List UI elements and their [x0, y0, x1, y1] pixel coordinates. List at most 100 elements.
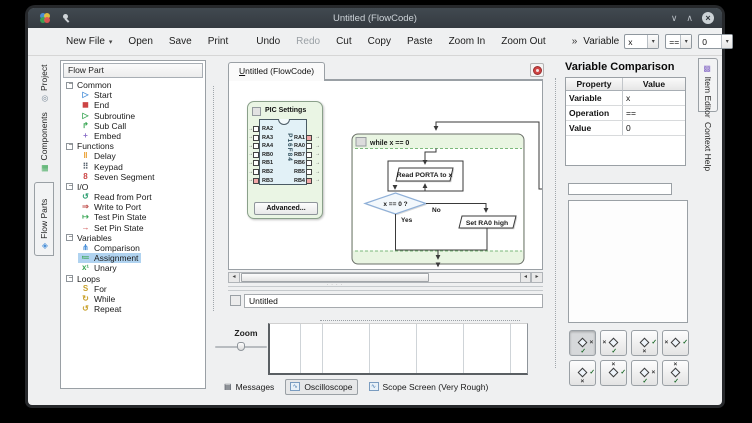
tree-item-for[interactable]: SFor [61, 284, 205, 294]
tree-item-sub-call[interactable]: ↱Sub Call [61, 121, 205, 131]
variable-combo[interactable]: x▾ [624, 34, 659, 49]
scroll-left-icon[interactable]: ◂ [229, 273, 240, 282]
new-file-button[interactable]: New File▾ [58, 33, 120, 50]
property-value[interactable]: 0 [623, 121, 685, 135]
advanced-button[interactable]: Advanced... [254, 202, 318, 215]
macro-name-field[interactable]: Untitled [244, 294, 543, 308]
operation-combo[interactable]: ==▾ [665, 34, 692, 49]
pin-ra0[interactable] [306, 143, 312, 149]
tree-item-test-pin-state[interactable]: ↦Test Pin State [61, 212, 205, 222]
tree-item-keypad[interactable]: ⠿Keypad [61, 162, 205, 172]
tree-item-variables[interactable]: Variables [61, 233, 205, 243]
pin-rb7[interactable] [306, 152, 312, 158]
pin-ra3[interactable] [253, 135, 259, 141]
decision-horiz-check-right-x-bottom-button[interactable]: ×✓ [569, 360, 596, 386]
right-tab-item-editor[interactable]: ▩Item Editor [698, 58, 718, 112]
combo-dropdown-icon[interactable]: ▾ [721, 35, 732, 48]
toolbar-overflow-chevron[interactable]: » [566, 36, 584, 47]
tree-item-set-pin-state[interactable]: →Set Pin State [61, 223, 205, 233]
flowchart-canvas[interactable]: while x == 0 Read PORTA to x x == 0 ? [228, 80, 543, 270]
tab-scope-screen-very-rough-[interactable]: ∿Scope Screen (Very Rough) [365, 380, 493, 394]
decision-x-right-check-bottom-button[interactable]: ×✓ [569, 330, 596, 356]
decision-horiz-x-right-check-bottom-button[interactable]: ×✓ [631, 360, 658, 386]
tab-oscilloscope[interactable]: ∿Oscilloscope [285, 379, 357, 395]
tree-item-i-o[interactable]: I/O [61, 182, 205, 192]
tree-item-read-from-port[interactable]: ↺Read from Port [61, 192, 205, 202]
expander-icon[interactable] [66, 183, 73, 190]
tree-item-delay[interactable]: ‖Delay [61, 151, 205, 161]
zoom-out-button[interactable]: Zoom Out [493, 33, 553, 50]
read-porta-shape[interactable]: Read PORTA to x [396, 168, 454, 182]
undo-button[interactable]: Undo [248, 33, 288, 50]
tree-item-repeat[interactable]: ↺Repeat [61, 304, 205, 314]
tree-item-unary[interactable]: x¹Unary [61, 263, 205, 273]
tree-item-functions[interactable]: Functions [61, 141, 205, 151]
expander-icon[interactable] [66, 275, 73, 282]
decision-check-right-x-bottom-button[interactable]: ×✓ [631, 330, 658, 356]
pin-rb2[interactable] [253, 169, 259, 175]
scroll-left-icon-2[interactable]: ◂ [520, 273, 531, 282]
tree-item-while[interactable]: ↻While [61, 294, 205, 304]
macro-checkbox[interactable] [230, 295, 241, 306]
tree-item-end[interactable]: ◼End [61, 100, 205, 110]
save-button[interactable]: Save [161, 33, 200, 50]
tree-item-subroutine[interactable]: ▷Subroutine [61, 111, 205, 121]
property-value[interactable]: x [623, 91, 685, 105]
close-document-button[interactable] [530, 63, 544, 77]
sidebar-tab-components[interactable]: ▦Components [34, 112, 54, 178]
minimize-icon[interactable]: ∨ [671, 13, 678, 24]
decision-x-top-check-right-button[interactable]: ×✓ [600, 360, 627, 386]
zoom-in-button[interactable]: Zoom In [441, 33, 494, 50]
zoom-slider[interactable] [215, 342, 267, 352]
pic-settings-checkbox[interactable] [252, 107, 261, 116]
scrollbar-thumb[interactable] [241, 273, 429, 282]
expander-icon[interactable] [66, 143, 73, 150]
property-value[interactable]: == [623, 106, 685, 120]
pin-rb3[interactable] [253, 178, 259, 184]
decision-x-left-check-bottom-button[interactable]: ×✓ [600, 330, 627, 356]
pin-rb4[interactable] [306, 178, 312, 184]
tree-item-seven-segment[interactable]: 8Seven Segment [61, 172, 205, 182]
canvas-hscrollbar[interactable]: ◂ ◂ ▸ [228, 272, 543, 283]
tree-item-assignment[interactable]: ≔Assignment [61, 253, 205, 263]
print-button[interactable]: Print [200, 33, 237, 50]
pin-ra2[interactable] [253, 126, 259, 132]
tree-item-comparison[interactable]: ⋔Comparison [61, 243, 205, 253]
pin-rb5[interactable] [306, 169, 312, 175]
decision-x-left-check-right-button[interactable]: ×✓ [662, 330, 689, 356]
redo-button[interactable]: Redo [288, 33, 328, 50]
zoom-slider-thumb[interactable] [237, 342, 245, 351]
cut-button[interactable]: Cut [328, 33, 360, 50]
close-icon[interactable]: × [702, 12, 714, 24]
paste-button[interactable]: Paste [399, 33, 441, 50]
tree-item-common[interactable]: Common [61, 80, 205, 90]
maximize-icon[interactable]: ∧ [686, 13, 693, 24]
tree-item-loops[interactable]: Loops [61, 274, 205, 284]
collapse-loop-button[interactable] [356, 138, 366, 147]
sidebar-tab-flow-parts[interactable]: ◈Flow Parts [34, 182, 54, 256]
left-splitter[interactable] [213, 86, 214, 311]
open-button[interactable]: Open [120, 33, 160, 50]
decision-x-top-check-bottom-button[interactable]: ×✓ [662, 360, 689, 386]
sidebar-tab-project[interactable]: ◎Project [34, 60, 54, 108]
combo-dropdown-icon[interactable]: ▾ [647, 35, 658, 48]
pin-icon[interactable] [61, 13, 71, 23]
tab-messages[interactable]: ▤Messages [220, 380, 278, 394]
expander-icon[interactable] [66, 82, 73, 89]
set-ra0-shape[interactable]: Set RA0 high [459, 216, 517, 229]
pin-rb6[interactable] [306, 160, 312, 166]
scroll-right-icon[interactable]: ▸ [531, 273, 542, 282]
item-editor-input[interactable] [568, 183, 672, 195]
copy-button[interactable]: Copy [360, 33, 399, 50]
pin-rb1[interactable] [253, 160, 259, 166]
dropdown-caret-icon[interactable]: ▾ [109, 38, 113, 46]
pic-settings-panel[interactable]: PIC Settings P16F84 →RA2→RA3RA1→→RA4RA0→… [247, 101, 323, 219]
right-splitter[interactable] [555, 78, 556, 368]
tree-item-embed[interactable]: +Embed [61, 131, 205, 141]
expander-icon[interactable] [66, 234, 73, 241]
pin-rb0[interactable] [253, 152, 259, 158]
tree-item-start[interactable]: ▷Start [61, 90, 205, 100]
document-tab[interactable]: Untitled (FlowCode) [228, 62, 325, 81]
combo-dropdown-icon[interactable]: ▾ [680, 35, 691, 48]
right-tab-context-help[interactable]: Context Help [698, 116, 718, 172]
